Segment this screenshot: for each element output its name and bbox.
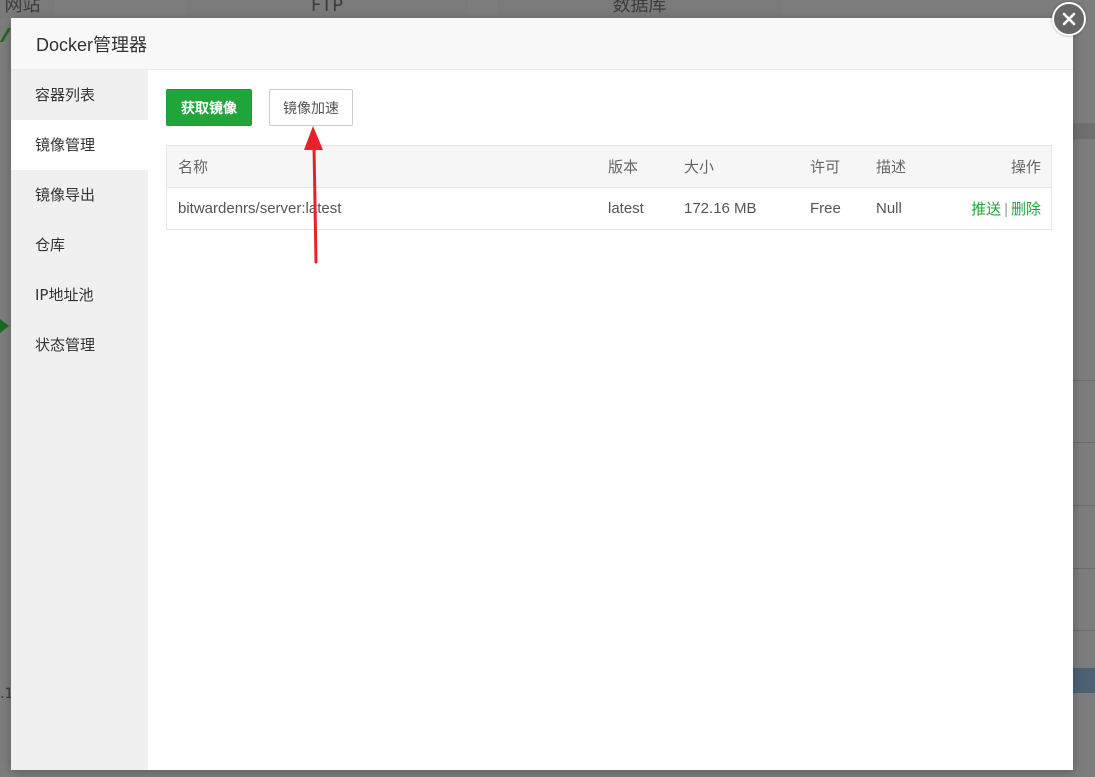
bg-band	[1073, 123, 1095, 139]
close-dialog-button[interactable]	[1052, 2, 1086, 36]
bg-divider	[1073, 380, 1095, 381]
sidebar-item-label: 镜像管理	[35, 136, 96, 154]
cell-image-name: bitwardenrs/server:latest	[178, 200, 342, 217]
sidebar: 容器列表 镜像管理 镜像导出 仓库 IP地址池 状态管理	[11, 70, 148, 770]
cell-operations: 推送 | 删除	[956, 188, 1052, 230]
cell-license: Free	[810, 200, 841, 217]
cell-description: Null	[876, 200, 902, 217]
pull-image-button[interactable]: 获取镜像	[166, 89, 252, 126]
sidebar-item-image-export[interactable]: 镜像导出	[11, 170, 148, 220]
column-header-description: 描述	[865, 145, 956, 188]
image-table: 名称 版本 大小 许可 描述 操作 bitwardenrs/server:lat…	[166, 145, 1052, 230]
sidebar-item-status-management[interactable]: 状态管理	[11, 320, 148, 370]
column-header-version: 版本	[597, 145, 673, 188]
column-header-size: 大小	[673, 145, 799, 188]
table-header-row: 名称 版本 大小 许可 描述 操作	[166, 145, 1052, 188]
sidebar-item-label: 仓库	[35, 236, 66, 254]
table-row: bitwardenrs/server:latest latest 172.16 …	[167, 188, 1052, 230]
delete-link[interactable]: 删除	[1011, 201, 1041, 218]
bg-play-icon	[0, 319, 9, 333]
operation-separator: |	[1004, 201, 1008, 218]
push-link[interactable]: 推送	[971, 201, 1001, 218]
sidebar-item-label: 镜像导出	[35, 186, 96, 204]
cell-version: latest	[608, 200, 644, 217]
column-header-name: 名称	[166, 145, 597, 188]
bg-tab-website: 网站	[0, 0, 55, 18]
image-accelerate-button[interactable]: 镜像加速	[269, 89, 353, 126]
sidebar-item-repository[interactable]: 仓库	[11, 220, 148, 270]
toolbar: 获取镜像 镜像加速	[166, 89, 353, 126]
cell-size: 172.16 MB	[684, 200, 757, 217]
sidebar-item-label: 容器列表	[35, 86, 96, 104]
bg-tab-database: 数据库	[497, 0, 782, 18]
bg-divider	[1073, 442, 1095, 443]
sidebar-item-image-management[interactable]: 镜像管理	[11, 120, 148, 170]
sidebar-item-ip-pool[interactable]: IP地址池	[11, 270, 148, 320]
bg-divider	[1073, 568, 1095, 569]
sidebar-item-label: 状态管理	[35, 336, 96, 354]
column-header-operations: 操作	[956, 145, 1052, 188]
close-icon	[1062, 12, 1076, 26]
dialog-header: Docker管理器	[11, 18, 1073, 70]
sidebar-item-label: IP地址池	[35, 286, 94, 304]
sidebar-item-container-list[interactable]: 容器列表	[11, 70, 148, 120]
column-header-license: 许可	[799, 145, 865, 188]
bg-chart-area	[1073, 668, 1095, 693]
docker-manager-dialog: Docker管理器 容器列表 镜像管理 镜像导出 仓库 IP地址池 状态管理 获…	[11, 18, 1073, 770]
dialog-title: Docker管理器	[36, 34, 148, 55]
bg-divider	[1073, 630, 1095, 631]
bg-tab-ftp: FTP	[186, 0, 468, 18]
bg-divider	[1073, 505, 1095, 506]
main-content: 获取镜像 镜像加速 名称 版本 大小 许可 描述 操作 bitwardenrs/…	[148, 70, 1073, 770]
